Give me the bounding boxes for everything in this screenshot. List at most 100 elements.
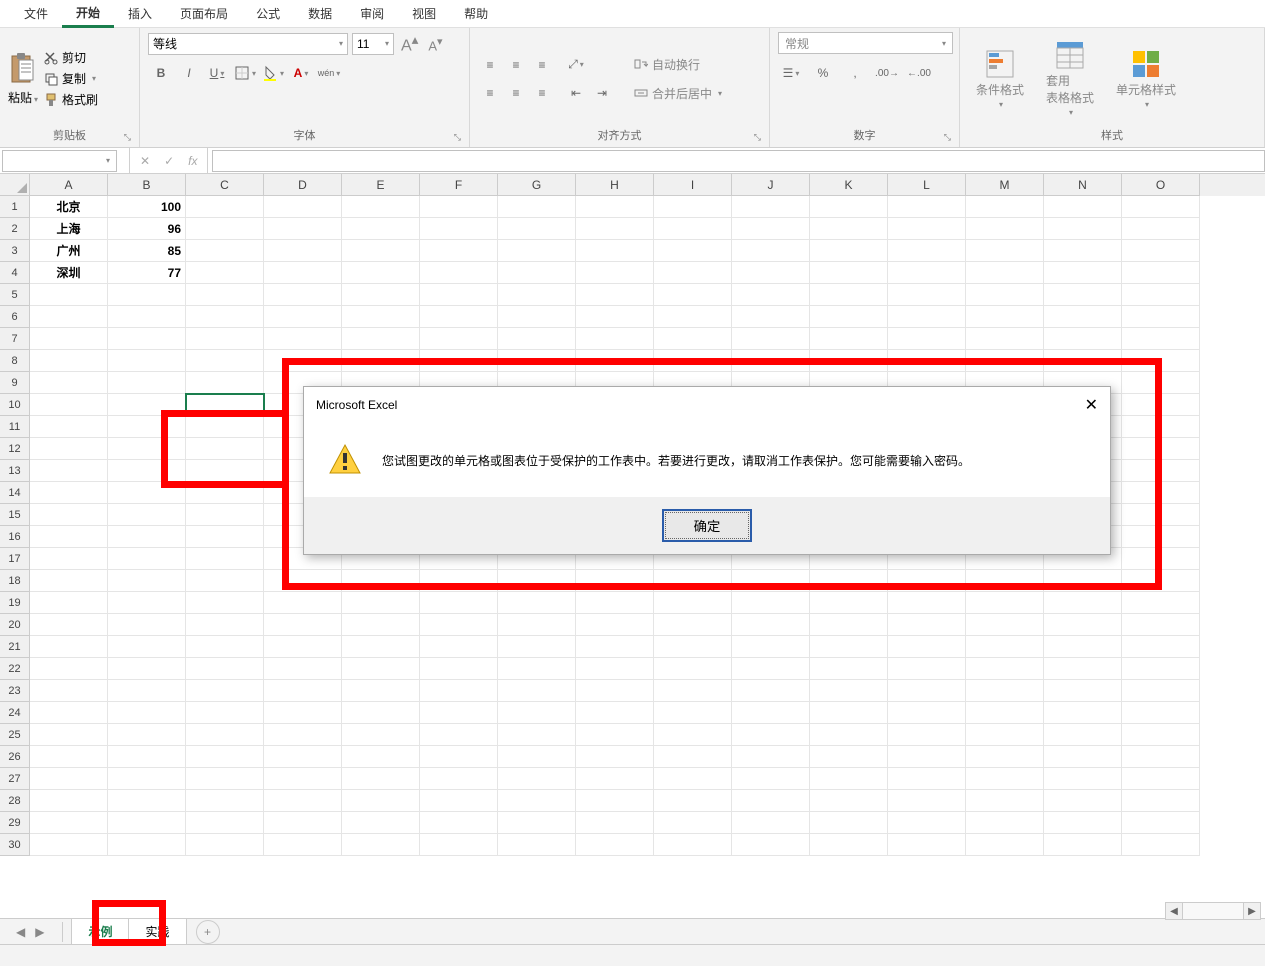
conditional-format-button[interactable]: 条件格式▾ (968, 45, 1032, 113)
menu-home[interactable]: 开始 (62, 0, 114, 28)
cell[interactable] (108, 834, 186, 856)
cell[interactable] (810, 306, 888, 328)
copy-button[interactable]: 复制▾ (44, 70, 98, 87)
cell[interactable] (342, 284, 420, 306)
increase-indent-icon[interactable]: ⇥ (590, 83, 614, 103)
cell[interactable] (264, 702, 342, 724)
formatpainter-button[interactable]: 格式刷 (44, 91, 98, 108)
cell[interactable] (108, 702, 186, 724)
cell[interactable] (108, 812, 186, 834)
cell[interactable] (498, 306, 576, 328)
cell[interactable] (732, 834, 810, 856)
cell[interactable] (30, 702, 108, 724)
cell[interactable] (30, 680, 108, 702)
cell[interactable] (810, 790, 888, 812)
cell[interactable] (576, 636, 654, 658)
cancel-icon[interactable]: ✕ (140, 154, 150, 168)
cell[interactable] (420, 262, 498, 284)
col-header[interactable]: C (186, 174, 264, 196)
scroll-left-icon[interactable]: ◀ (1165, 902, 1183, 920)
cell[interactable] (186, 548, 264, 570)
align-bottom-icon[interactable]: ≡ (530, 55, 554, 75)
cell[interactable] (888, 218, 966, 240)
cell[interactable] (732, 658, 810, 680)
cell[interactable] (498, 724, 576, 746)
cell[interactable]: 上海 (30, 218, 108, 240)
cell[interactable] (264, 636, 342, 658)
col-header[interactable]: I (654, 174, 732, 196)
cell[interactable] (810, 284, 888, 306)
formula-input[interactable] (212, 150, 1265, 172)
row-header[interactable]: 2 (0, 218, 30, 240)
cell[interactable] (1044, 768, 1122, 790)
cell[interactable] (186, 526, 264, 548)
cell[interactable] (888, 262, 966, 284)
cell[interactable] (1122, 394, 1200, 416)
fx-icon[interactable]: fx (188, 154, 197, 168)
cell[interactable] (1044, 636, 1122, 658)
cell[interactable] (30, 592, 108, 614)
cell[interactable] (420, 218, 498, 240)
cell[interactable] (576, 658, 654, 680)
cell[interactable] (264, 218, 342, 240)
cell[interactable] (810, 614, 888, 636)
cell[interactable] (1122, 460, 1200, 482)
cell[interactable] (1044, 328, 1122, 350)
cell[interactable] (1122, 196, 1200, 218)
row-header[interactable]: 3 (0, 240, 30, 262)
cell[interactable] (30, 812, 108, 834)
cell[interactable] (732, 636, 810, 658)
cell[interactable] (420, 636, 498, 658)
cell[interactable] (576, 746, 654, 768)
cell[interactable] (30, 614, 108, 636)
number-format-select[interactable]: 常规▾ (778, 32, 953, 54)
cell[interactable] (810, 262, 888, 284)
cell[interactable] (1122, 438, 1200, 460)
cell[interactable] (420, 350, 498, 372)
cell[interactable] (420, 196, 498, 218)
cell[interactable] (1044, 306, 1122, 328)
cell[interactable] (498, 680, 576, 702)
cell[interactable] (888, 658, 966, 680)
cell[interactable] (498, 218, 576, 240)
cell[interactable] (888, 196, 966, 218)
cell[interactable] (498, 592, 576, 614)
cell[interactable] (732, 702, 810, 724)
cell[interactable] (810, 240, 888, 262)
cell[interactable] (1044, 218, 1122, 240)
cell[interactable] (186, 768, 264, 790)
cell[interactable] (186, 438, 264, 460)
cell[interactable] (732, 614, 810, 636)
cell[interactable] (108, 372, 186, 394)
cell[interactable] (654, 350, 732, 372)
cell[interactable] (186, 218, 264, 240)
menu-help[interactable]: 帮助 (450, 1, 502, 26)
cell[interactable] (30, 658, 108, 680)
cell[interactable] (342, 328, 420, 350)
cell[interactable] (264, 592, 342, 614)
cell[interactable] (108, 416, 186, 438)
cell[interactable] (30, 350, 108, 372)
cell[interactable] (1122, 284, 1200, 306)
cell[interactable] (186, 306, 264, 328)
col-header[interactable]: G (498, 174, 576, 196)
cell[interactable] (342, 812, 420, 834)
row-header[interactable]: 22 (0, 658, 30, 680)
cell[interactable] (186, 790, 264, 812)
cell[interactable] (1044, 812, 1122, 834)
sheet-tab-example[interactable]: 示例 (71, 918, 129, 946)
cell[interactable] (1122, 306, 1200, 328)
menu-data[interactable]: 数据 (294, 1, 346, 26)
cell[interactable] (108, 284, 186, 306)
row-header[interactable]: 19 (0, 592, 30, 614)
cell[interactable] (264, 834, 342, 856)
currency-icon[interactable]: ☰▾ (778, 62, 804, 84)
row-header[interactable]: 29 (0, 812, 30, 834)
cell[interactable] (30, 570, 108, 592)
cell[interactable] (1044, 240, 1122, 262)
cell[interactable] (186, 658, 264, 680)
cell[interactable] (888, 812, 966, 834)
cell[interactable] (654, 570, 732, 592)
name-box[interactable]: ▾ (2, 150, 117, 172)
dialog-close-icon[interactable]: ✕ (1085, 395, 1098, 415)
